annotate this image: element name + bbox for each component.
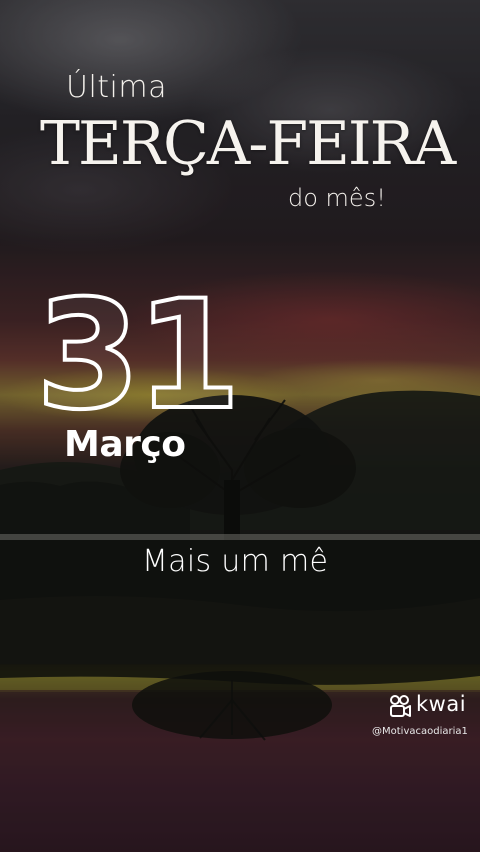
title-weekday: TERÇA-FEIRA — [40, 109, 456, 179]
title-do-mes: do mês! — [288, 184, 386, 212]
day-number: 31 — [34, 269, 243, 443]
video-frame: Última TERÇA-FEIRA do mês! 31 Março Mais… — [0, 0, 480, 852]
kwai-handle: @Motivacaodiaria1 — [372, 726, 468, 737]
kwai-camera-logo-icon — [390, 695, 411, 717]
title-ultima: Última — [66, 70, 167, 105]
month-name: Março — [64, 424, 186, 465]
caption-text: Mais um mê — [142, 544, 329, 579]
kwai-brand: kwai — [416, 692, 467, 716]
